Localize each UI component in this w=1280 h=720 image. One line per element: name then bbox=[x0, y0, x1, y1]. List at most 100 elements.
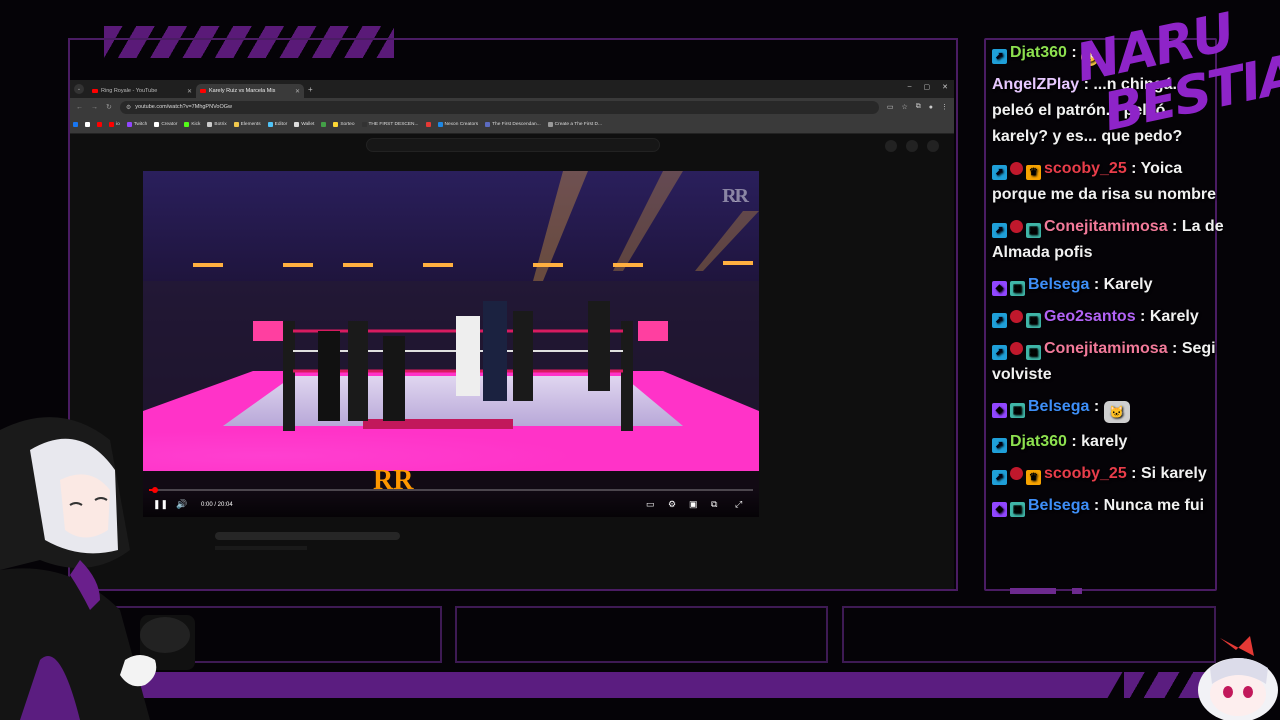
prime-badge-icon: ⬈ bbox=[992, 165, 1007, 180]
bookmark-label: Nexon Creators bbox=[444, 122, 479, 127]
profile-icon[interactable]: ● bbox=[929, 104, 933, 111]
bookmark-item[interactable] bbox=[73, 122, 78, 127]
window-controls: – ▢ ✕ bbox=[908, 83, 948, 91]
notifications-icon[interactable] bbox=[906, 140, 918, 152]
prime-badge-icon: ⬈ bbox=[992, 223, 1007, 238]
chat-username[interactable]: Belsega bbox=[1028, 497, 1089, 514]
bookmark-label: io bbox=[116, 122, 120, 127]
back-icon[interactable]: ← bbox=[76, 104, 83, 111]
youtube-search-input[interactable] bbox=[366, 138, 660, 152]
subtitles-icon[interactable]: ▭ bbox=[646, 499, 655, 509]
bookmark-item[interactable]: The First Descendan... bbox=[485, 122, 541, 127]
bookmark-item[interactable]: Botrix bbox=[207, 122, 227, 127]
bottom-panel-right bbox=[842, 606, 1216, 663]
bookmark-favicon-icon bbox=[294, 122, 300, 127]
bookmark-item[interactable] bbox=[97, 122, 102, 127]
chat-frame-accent bbox=[1010, 588, 1056, 594]
address-bar[interactable]: ⚙ youtube.com/watch?v=7MhgPNVoOGw bbox=[119, 100, 879, 114]
bookmark-item[interactable] bbox=[85, 122, 90, 127]
close-tab-icon[interactable]: ✕ bbox=[295, 88, 300, 95]
crown-badge-icon: ♛ bbox=[1026, 165, 1041, 180]
browser-toolbar: ← → ↻ ⚙ youtube.com/watch?v=7MhgPNVoOGw … bbox=[70, 98, 954, 116]
bookmark-item[interactable]: Elements bbox=[233, 122, 261, 127]
chat-text: karely bbox=[1081, 433, 1128, 450]
bookmark-favicon-icon bbox=[485, 122, 491, 127]
video-player[interactable]: RR RR ❚❚ 🔊 0:00 / 20:04 ▭ ⚙ ▣ ⧉ ⤢ bbox=[143, 171, 759, 517]
bookmark-label: Editor bbox=[274, 122, 288, 127]
chat-username[interactable]: Belsega bbox=[1028, 276, 1089, 293]
extensions-icon[interactable]: ⧉ bbox=[916, 103, 921, 111]
browser-tab[interactable]: Ring Royale - YouTube ✕ bbox=[88, 84, 196, 98]
chat-username[interactable]: Djat360 bbox=[1010, 433, 1067, 450]
bookmark-item[interactable]: THE FIRST DESCEN... bbox=[361, 122, 419, 127]
prime-badge-icon: ⬈ bbox=[992, 345, 1007, 360]
settings-icon[interactable]: ⚙ bbox=[668, 499, 676, 509]
chat-separator: : bbox=[1135, 308, 1150, 325]
avatar[interactable] bbox=[927, 140, 939, 152]
chat-username[interactable]: AngelZPlay bbox=[992, 76, 1079, 93]
bookmark-item[interactable]: Twitch bbox=[126, 122, 148, 127]
chat-message: ◆ ▦ Belsega : Nunca me fui bbox=[992, 493, 1224, 519]
chat-separator: : bbox=[1089, 276, 1104, 293]
chat-username[interactable]: Conejitamimosa bbox=[1044, 218, 1168, 235]
mascot-avatar bbox=[1198, 636, 1278, 720]
bookmark-item[interactable]: Editor bbox=[267, 122, 288, 127]
tab-search-button[interactable]: ⌄ bbox=[74, 84, 84, 94]
chat-username[interactable]: Conejitamimosa bbox=[1044, 340, 1168, 357]
chat-username[interactable]: scooby_25 bbox=[1044, 465, 1127, 482]
bookmark-item[interactable]: Sorteo bbox=[333, 122, 355, 127]
browser-tab[interactable]: Karely Ruiz vs Marcela Mis ✕ bbox=[196, 84, 304, 98]
browser-window: ⌄ Ring Royale - YouTube ✕ Karely Ruiz vs M… bbox=[70, 80, 954, 589]
red-badge-icon bbox=[1010, 310, 1023, 323]
url-text: youtube.com/watch?v=7MhgPNVoOGw bbox=[135, 104, 233, 110]
progress-bar[interactable] bbox=[149, 487, 753, 493]
prime-badge-icon: ⬈ bbox=[992, 313, 1007, 328]
bookmark-label: Twitch bbox=[133, 122, 148, 127]
chat-username[interactable]: Geo2santos bbox=[1044, 308, 1136, 325]
close-tab-icon[interactable]: ✕ bbox=[187, 88, 192, 95]
youtube-page: RR RR ❚❚ 🔊 0:00 / 20:04 ▭ ⚙ ▣ ⧉ ⤢ bbox=[70, 134, 954, 589]
bookmark-favicon-icon bbox=[267, 122, 273, 127]
fullscreen-icon[interactable]: ⤢ bbox=[735, 499, 742, 509]
bookmark-favicon-icon bbox=[207, 122, 213, 127]
cube-badge-icon: ◆ bbox=[992, 403, 1007, 418]
minimize-icon[interactable]: – bbox=[908, 83, 912, 91]
bookmark-label: THE FIRST DESCEN... bbox=[368, 122, 419, 127]
close-icon[interactable]: ✕ bbox=[942, 83, 948, 91]
bookmark-star-icon[interactable]: ☆ bbox=[901, 103, 907, 111]
site-info-icon[interactable]: ⚙ bbox=[126, 104, 131, 111]
chat-username[interactable]: Djat360 bbox=[1010, 44, 1067, 61]
bookmarks-bar: io Twitch Creator Kick Botrix Elements Editor W… bbox=[70, 116, 954, 134]
bookmark-label: Wallet bbox=[301, 122, 315, 127]
bookmark-item[interactable]: Kick bbox=[184, 122, 200, 127]
reload-icon[interactable]: ↻ bbox=[106, 103, 112, 111]
bookmark-favicon-icon bbox=[333, 122, 339, 127]
forward-icon[interactable]: → bbox=[91, 104, 98, 111]
chat-username[interactable]: Belsega bbox=[1028, 398, 1089, 415]
maximize-icon[interactable]: ▢ bbox=[924, 83, 931, 91]
new-tab-button[interactable]: + bbox=[308, 85, 313, 94]
bookmark-item[interactable]: Nexon Creators bbox=[437, 122, 479, 127]
youtube-icon bbox=[92, 89, 98, 93]
cast-icon[interactable]: ⧉ bbox=[711, 499, 717, 509]
bookmark-item[interactable] bbox=[321, 122, 327, 127]
channel-logo: NARU BESTIA bbox=[1071, 3, 1280, 158]
bookmark-item[interactable]: Create a The First D... bbox=[547, 122, 602, 127]
bookmark-item[interactable]: io bbox=[109, 122, 120, 127]
chat-message: ⬈ ♛ scooby_25 : Yoica porque me da risa su… bbox=[992, 156, 1224, 208]
chat-username[interactable]: scooby_25 bbox=[1044, 160, 1127, 177]
menu-icon[interactable]: ⋮ bbox=[941, 103, 948, 111]
chat-separator: : bbox=[1066, 433, 1082, 450]
bookmark-item[interactable]: Wallet bbox=[294, 122, 314, 127]
bookmark-favicon-icon bbox=[361, 122, 367, 127]
install-app-icon[interactable]: ▭ bbox=[887, 103, 894, 111]
bookmark-item[interactable]: Creator bbox=[154, 122, 177, 127]
tab-title: Karely Ruiz vs Marcela Mis bbox=[209, 88, 276, 94]
miniplayer-icon[interactable]: ▣ bbox=[689, 499, 698, 509]
bookmark-item[interactable] bbox=[425, 122, 431, 127]
gift-badge-icon: ▦ bbox=[1010, 281, 1025, 296]
bookmark-favicon-icon bbox=[425, 122, 431, 127]
create-icon[interactable] bbox=[885, 140, 897, 152]
bookmark-favicon-icon bbox=[85, 122, 90, 127]
chat-separator: : bbox=[1167, 340, 1182, 357]
